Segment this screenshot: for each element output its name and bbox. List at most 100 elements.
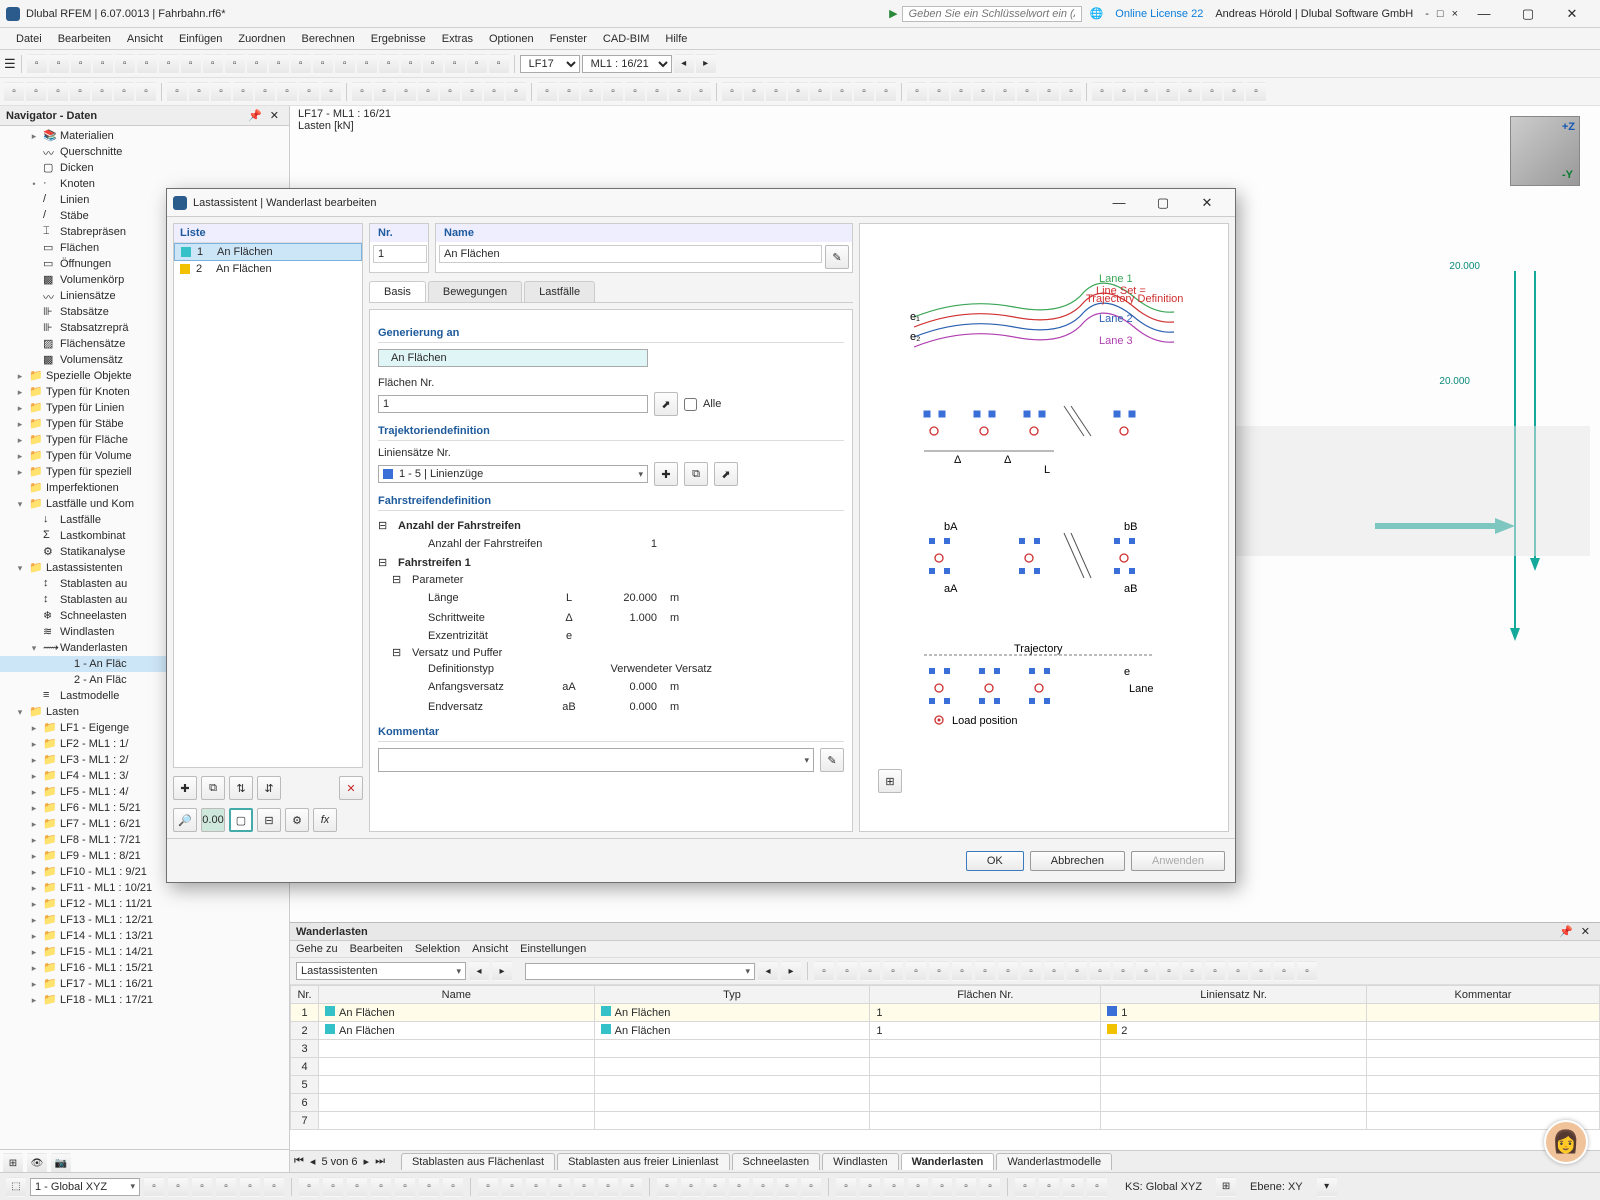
tool-icon[interactable]: ▫ (669, 82, 689, 102)
tool-icon[interactable]: ▫ (810, 82, 830, 102)
delete-icon[interactable]: ✕ (339, 776, 363, 800)
lf-combo[interactable]: LF17 (520, 55, 580, 73)
new-icon[interactable]: ✚ (173, 776, 197, 800)
table-row[interactable]: 5 (291, 1076, 1600, 1094)
tool-icon[interactable]: ▫ (1182, 961, 1202, 981)
tool-icon[interactable]: ▫ (225, 54, 245, 74)
form-group[interactable]: ⊟Anzahl der Fahrstreifen (378, 517, 844, 534)
status-tool-icon[interactable]: ▫ (347, 1177, 367, 1197)
col-header[interactable]: Flächen Nr. (870, 986, 1101, 1004)
nav-eye-icon[interactable]: 👁 (27, 1153, 47, 1173)
tool-icon[interactable]: ▫ (1159, 961, 1179, 981)
tool-icon[interactable]: ▫ (860, 961, 880, 981)
tool-icon[interactable]: ▫ (49, 54, 69, 74)
status-tool-icon[interactable]: ▫ (681, 1177, 701, 1197)
menu-optionen[interactable]: Optionen (481, 31, 542, 47)
tree-item[interactable]: ▸📁LF13 - ML1 : 12/21 (0, 912, 289, 928)
edit-name-icon[interactable]: ✎ (825, 245, 849, 269)
bpanel-combo[interactable]: Lastassistenten▾ (296, 962, 466, 980)
bpanel-menu-item[interactable]: Selektion (415, 943, 460, 955)
dialog-close-icon[interactable]: ✕ (1185, 190, 1229, 216)
tool-icon[interactable]: ▫ (1021, 961, 1041, 981)
child-min-icon[interactable]: - (1421, 8, 1433, 20)
tool-icon[interactable]: ▫ (1205, 961, 1225, 981)
tool-icon[interactable]: ▫ (71, 54, 91, 74)
tree-item[interactable]: ▸📚Materialien (0, 128, 289, 144)
tool-icon[interactable]: ▫ (603, 82, 623, 102)
tool-icon[interactable]: ▫ (136, 82, 156, 102)
tool-icon[interactable]: ▫ (1158, 82, 1178, 102)
menu-cad-bim[interactable]: CAD-BIM (595, 31, 657, 47)
tool-icon[interactable]: ▫ (647, 82, 667, 102)
tool-icon[interactable]: ▫ (1039, 82, 1059, 102)
apply-button[interactable]: Anwenden (1131, 851, 1225, 871)
bpanel-menu-item[interactable]: Gehe zu (296, 943, 338, 955)
status-tool-icon[interactable]: ▫ (264, 1177, 284, 1197)
form-group[interactable]: ⊟Fahrstreifen 1 (378, 554, 844, 571)
table-row[interactable]: 6 (291, 1094, 1600, 1112)
menu-bearbeiten[interactable]: Bearbeiten (50, 31, 119, 47)
tree-item[interactable]: ▸📁LF16 - ML1 : 15/21 (0, 960, 289, 976)
dialog-list[interactable]: Liste 1An Flächen2An Flächen (173, 223, 363, 768)
tool-icon[interactable]: ▫ (1224, 82, 1244, 102)
status-tool-icon[interactable]: ▫ (502, 1177, 522, 1197)
status-tool-icon[interactable]: ▫ (216, 1177, 236, 1197)
status-icon[interactable]: ⊞ (1216, 1177, 1236, 1197)
tool-icon[interactable]: ▫ (440, 82, 460, 102)
prev-icon[interactable]: ◂ (758, 961, 778, 981)
status-tool-icon[interactable]: ▫ (1015, 1177, 1035, 1197)
dialog-maximize-icon[interactable]: ▢ (1141, 190, 1185, 216)
tool-icon[interactable]: ▫ (211, 82, 231, 102)
assistant-avatar-icon[interactable]: 👩 (1544, 1120, 1588, 1164)
list-item[interactable]: 1An Flächen (174, 243, 362, 261)
menu-hilfe[interactable]: Hilfe (657, 31, 695, 47)
tool-icon[interactable]: ▫ (189, 82, 209, 102)
status-tool-icon[interactable]: ▫ (753, 1177, 773, 1197)
menu-datei[interactable]: Datei (8, 31, 50, 47)
status-tool-icon[interactable]: ▫ (192, 1177, 212, 1197)
bpanel-filter[interactable]: ▾ (525, 963, 755, 980)
table-row[interactable]: 4 (291, 1058, 1600, 1076)
dialog-tab[interactable]: Lastfälle (524, 281, 595, 302)
tool-icon[interactable]: ▫ (291, 54, 311, 74)
status-tool-icon[interactable]: ▫ (657, 1177, 677, 1197)
dialog-minimize-icon[interactable]: — (1097, 190, 1141, 216)
bpanel-menu-item[interactable]: Ansicht (472, 943, 508, 955)
status-tool-icon[interactable]: ▫ (980, 1177, 1000, 1197)
tool-icon[interactable]: ▫ (951, 82, 971, 102)
tool-icon[interactable]: ▫ (418, 82, 438, 102)
func-icon[interactable]: fx (313, 808, 337, 832)
tool-icon[interactable]: ▫ (788, 82, 808, 102)
list-item[interactable]: 2An Flächen (174, 261, 362, 277)
img-tool-icon[interactable]: ⊞ (878, 769, 902, 793)
tool-icon[interactable]: ▫ (203, 54, 223, 74)
tool-icon[interactable]: ▫ (1251, 961, 1271, 981)
col-header[interactable]: Liniensatz Nr. (1101, 986, 1367, 1004)
linesets-combo[interactable]: 1 - 5 | Linienzüge▾ (378, 465, 648, 483)
tool-icon[interactable]: ▫ (837, 961, 857, 981)
tool-icon[interactable]: ▫ (581, 82, 601, 102)
license-link[interactable]: Online License 22 (1115, 8, 1203, 20)
status-tool-icon[interactable]: ▫ (550, 1177, 570, 1197)
dialog-tab[interactable]: Basis (369, 281, 426, 302)
tool-icon[interactable]: ▫ (1180, 82, 1200, 102)
tool-icon[interactable]: ▫ (883, 961, 903, 981)
status-tool-icon[interactable]: ▫ (622, 1177, 642, 1197)
name-input[interactable] (439, 245, 822, 263)
tool-icon[interactable]: ▫ (313, 54, 333, 74)
bpanel-pager[interactable]: ⏮◂5 von 6▸⏭ (294, 1155, 385, 1168)
tool-icon[interactable]: ▫ (537, 82, 557, 102)
status-tool-icon[interactable]: ▫ (705, 1177, 725, 1197)
tool-icon[interactable]: ▫ (93, 54, 113, 74)
tree-item[interactable]: ▸📁LF15 - ML1 : 14/21 (0, 944, 289, 960)
tool-icon[interactable]: ▫ (907, 82, 927, 102)
tool-icon[interactable]: ▫ (625, 82, 645, 102)
gen-type-combo[interactable]: An Flächen (378, 349, 648, 367)
tool-icon[interactable]: ▫ (255, 82, 275, 102)
bpanel-tab[interactable]: Stablasten aus freier Linienlast (557, 1153, 729, 1170)
child-close-icon[interactable]: × (1448, 8, 1462, 20)
tool-icon[interactable]: ▫ (1092, 82, 1112, 102)
copy-ls-icon[interactable]: ⧉ (684, 462, 708, 486)
tree-item[interactable]: ▸📁LF17 - ML1 : 16/21 (0, 976, 289, 992)
tool-icon[interactable]: ▫ (374, 82, 394, 102)
